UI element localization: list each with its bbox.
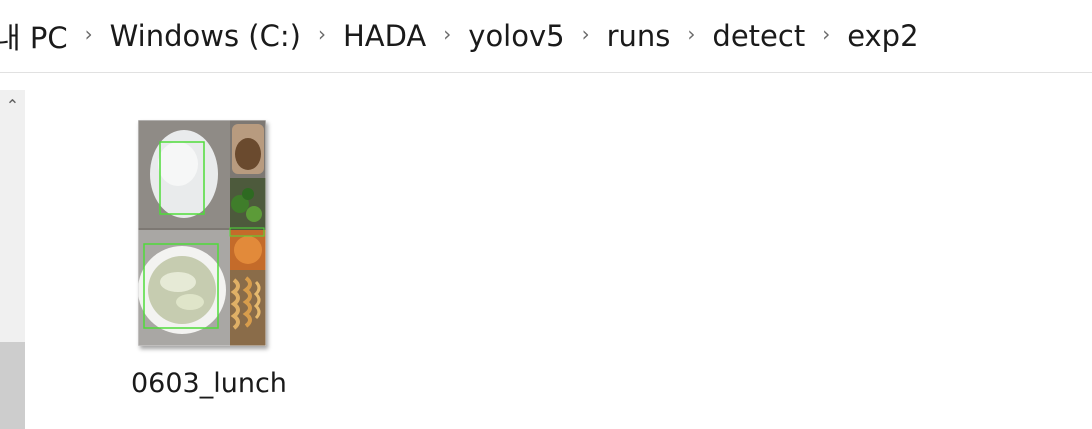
breadcrumb-item-detect[interactable]: detect (712, 19, 805, 53)
chevron-right-icon[interactable]: › (822, 22, 830, 46)
chevron-right-icon[interactable]: › (443, 22, 451, 46)
chevron-right-icon[interactable]: › (582, 22, 590, 46)
breadcrumb-item-windows-c[interactable]: Windows (C:) (110, 19, 301, 53)
breadcrumb-item-yolov5[interactable]: yolov5 (468, 19, 564, 53)
chevron-right-icon[interactable]: › (85, 22, 93, 46)
chevron-right-icon[interactable]: › (318, 22, 326, 46)
file-item-0603-lunch[interactable]: 0603_lunch (118, 106, 304, 416)
file-name-label: 0603_lunch (131, 368, 287, 399)
breadcrumb-item-runs[interactable]: runs (607, 19, 671, 53)
breadcrumb-item-this-pc[interactable]: 내 PC (0, 15, 68, 57)
scroll-up-arrow-icon[interactable]: ⌃ (0, 90, 25, 120)
image-thumbnail-icon[interactable] (138, 120, 266, 346)
scrollbar-thumb[interactable] (0, 342, 25, 429)
chevron-right-icon[interactable]: › (687, 22, 695, 46)
breadcrumb-item-exp2[interactable]: exp2 (847, 19, 918, 53)
vertical-scrollbar[interactable]: ⌃ (0, 90, 25, 429)
breadcrumb-item-hada[interactable]: HADA (343, 19, 426, 53)
breadcrumb: 내 PC › Windows (C:) › HADA › yolov5 › ru… (0, 0, 1092, 73)
